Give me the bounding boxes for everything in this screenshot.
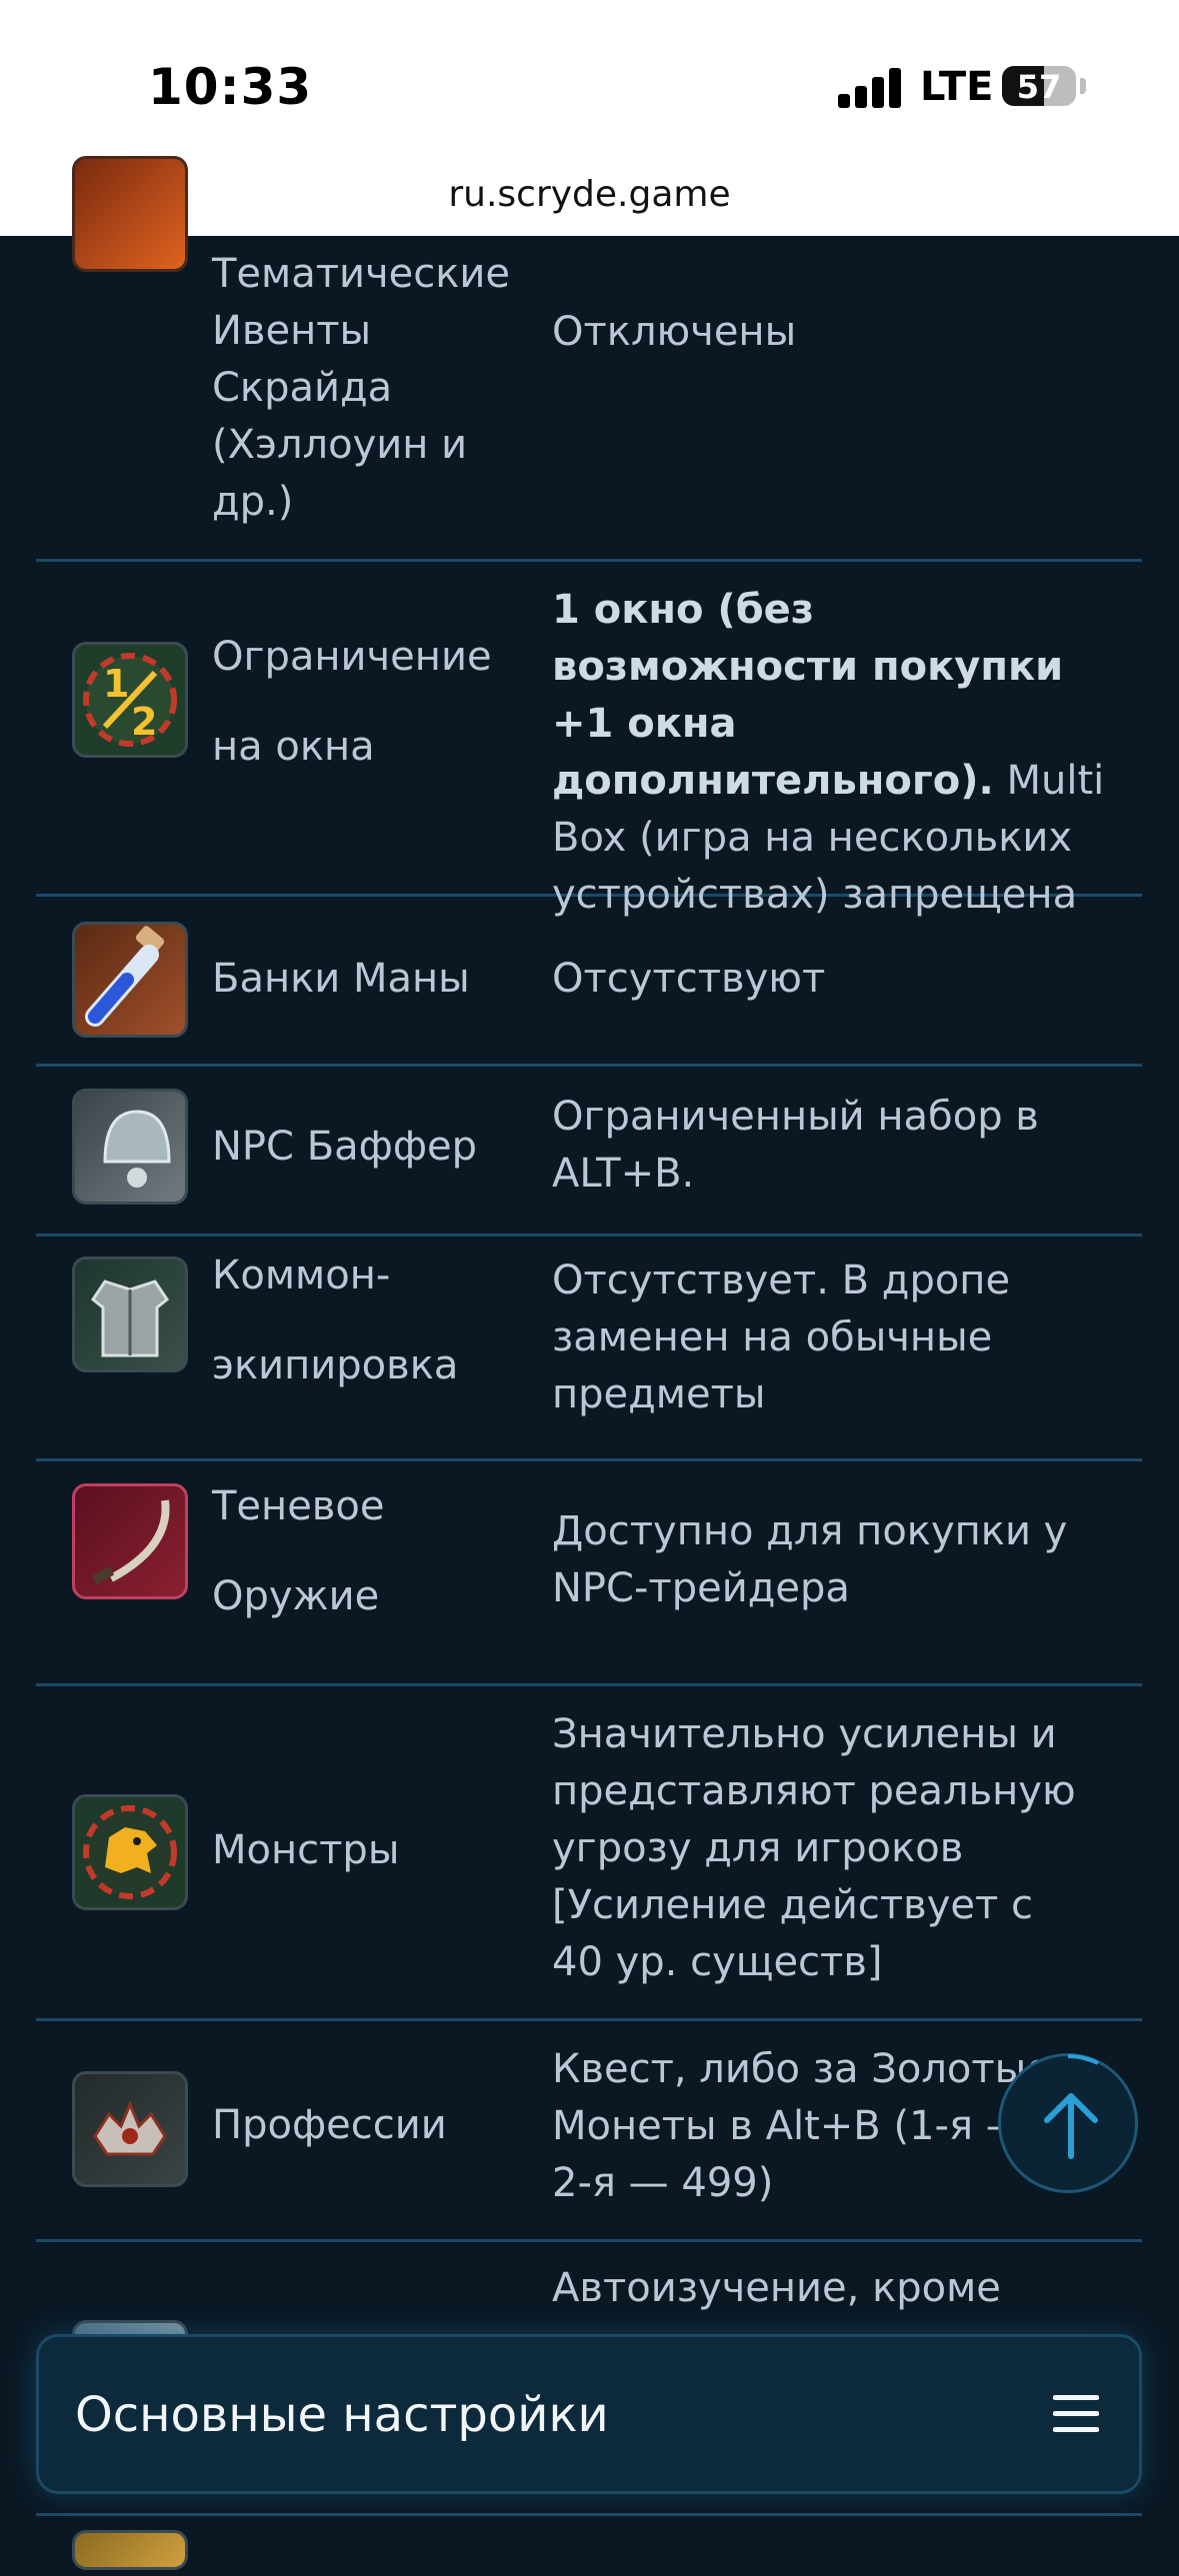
event-icon [72,156,188,272]
row-value-bold: 1 окно (без возможности покупки +1 окна … [552,587,1064,804]
monster-icon [72,1794,188,1910]
svg-text:2: 2 [131,700,157,744]
clock: 10:33 [148,58,313,116]
row-value: Ограниченный набор в ALT+B. [552,1094,1039,1197]
row-value: Значительно усилены и представляют реаль… [552,1711,1076,1985]
row-value: Отсутствует. В дропе заменен на обычные … [552,1258,1011,1417]
common-armor-icon [72,1257,188,1372]
row-value: Доступно для покупки у NPC-трейдера [552,1508,1068,1611]
hamburger-menu-icon[interactable] [1053,2395,1105,2435]
network-type: LTE [920,64,994,110]
row-name: Профессии [212,2102,447,2148]
half-window-icon: 1 2 [72,642,188,758]
battery-icon: 57 [1002,66,1076,106]
status-bar: 10:33 LTE 57 [0,0,1179,170]
row-name: Теневое Оружие [212,1483,385,1619]
row-name: Ограничение на окна [212,634,492,770]
table-row: Монстры Значительно усилены и представля… [36,1686,1142,2021]
scroll-to-top-button[interactable] [998,2053,1138,2193]
row-name: Коммон-экипировка [212,1253,459,1388]
profession-icon [72,2071,188,2187]
row-name: Банки Маны [212,956,470,1002]
row-value: 1 окно (без возможности покупки +1 окна … [552,582,1132,924]
row-name: NPC Баффер [212,1124,478,1170]
svg-text:1: 1 [103,662,129,706]
row-value: Отсутствуют [552,956,826,1002]
signal-icon [838,68,902,108]
table-row: NPC Баффер Ограниченный набор в ALT+B. [36,1067,1142,1237]
table-row: Тематические Ивенты Скрайда (Хэллоуин и … [36,156,1142,562]
mana-potion-icon [72,922,188,1038]
row-name: Монстры [212,1827,400,1873]
row-value: Автоизучение, кроме [552,2265,1001,2311]
buffer-bell-icon [72,1089,188,1205]
shadow-weapon-icon [72,1483,188,1599]
battery-tip [1080,78,1086,94]
row-value: Отключены [552,309,797,355]
section-nav-bar[interactable]: Основные настройки [36,2334,1142,2494]
current-section-title: Основные настройки [75,2387,609,2443]
table-row [36,2513,1142,2576]
table-row: Коммон-экипировка Отсутствует. В дропе з… [36,1237,1142,1461]
row-name: Тематические Ивенты Скрайда (Хэллоуин и … [212,251,511,525]
table-row: 1 2 Ограничение на окна 1 окно (без возм… [36,562,1142,918]
next-row-icon [72,2530,188,2570]
arrow-up-icon [1044,2093,1098,2159]
table-row: Теневое Оружие Доступно для покупки у NP… [36,1461,1142,1686]
table-row: Профессии Квест, либо за Золотые Монеты … [36,2021,1142,2242]
table-row: Банки Маны Отсутствуют [36,897,1142,1067]
battery-level: 57 [1016,68,1062,106]
